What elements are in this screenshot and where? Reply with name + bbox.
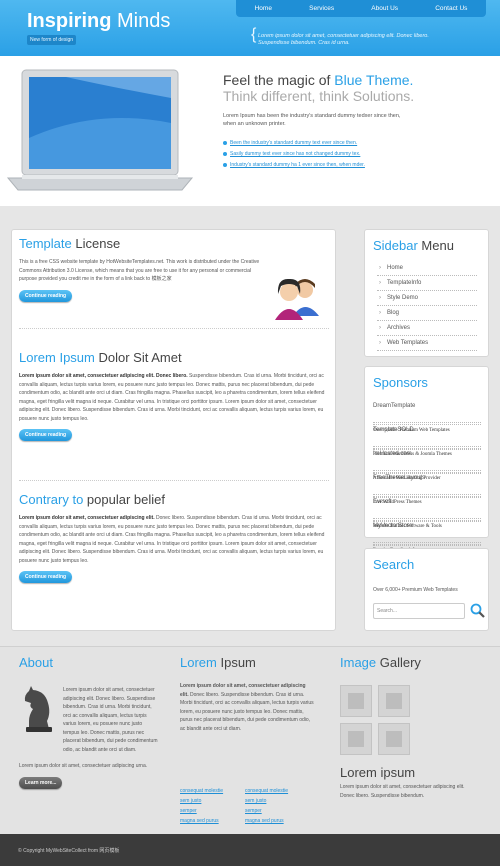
main-content: Template License This is a free CSS webs…: [11, 229, 336, 631]
sidebar-title: Sidebar Menu: [373, 238, 454, 253]
footer-gallery-title: Image Gallery: [340, 655, 421, 670]
sponsors-panel: Sponsors DreamTemplate Over 6,000+ Premiu…: [364, 366, 489, 570]
sponsor-item[interactable]: ImHosted.com Affordable Web Hosting Provi…: [373, 447, 481, 498]
search-note: Over 6,000+ Premium Web Templates: [373, 587, 458, 593]
continue-reading-button[interactable]: Continue reading: [19, 289, 73, 302]
tagline: New form of design: [27, 35, 77, 45]
footer-link[interactable]: consequat molestie: [180, 787, 245, 796]
search-icon[interactable]: [470, 603, 485, 618]
footer-gallery: Image Gallery Lorem ipsum Lorem ipsum do…: [340, 655, 480, 799]
sponsor-item[interactable]: MyVectorStoreRoyalty Free Stock Icons: [373, 519, 481, 570]
sponsor-item[interactable]: Evrsoft Website Builder Software & Tools: [373, 495, 481, 546]
hero-links: Been the industry's standard dummy text …: [223, 138, 365, 171]
hero-text: Lorem Ipsum has been the industry's stan…: [223, 113, 401, 127]
quote-brace-icon: {: [251, 26, 257, 43]
nav-about[interactable]: About Us: [371, 5, 398, 12]
header: Inspiring Minds New form of design Home …: [0, 0, 500, 56]
continue-reading-button[interactable]: Continue reading: [19, 429, 73, 441]
footer-gallery-text: Lorem ipsum dolor sit amet, consectetuer…: [340, 784, 465, 799]
gallery-thumbnail[interactable]: [378, 723, 410, 755]
footer-about: About Lorem ipsum dolor sit amet, consec…: [19, 655, 159, 789]
section-contrary: Contrary to popular belief Lorem ipsum d…: [19, 492, 329, 583]
footer-link[interactable]: sem justo: [180, 797, 245, 806]
sponsors-list: DreamTemplate Over 6,000+ Premium Web Tem…: [373, 399, 481, 570]
hero-link[interactable]: Industry's standard dummy ha 1 ever sinc…: [223, 160, 365, 171]
sponsor-item[interactable]: FreeThemeLayouts Free WordPress Themes: [373, 471, 481, 522]
laptop-image: [6, 69, 194, 191]
gallery-thumbnail[interactable]: [340, 685, 372, 717]
copyright-text: © Copyright MyWebSiteCollect from 网页模板: [18, 848, 120, 854]
section-title: Template License: [19, 236, 121, 251]
footer-gallery-subtitle: Lorem ipsum: [340, 765, 416, 780]
footer-link[interactable]: magna sed purus: [180, 817, 245, 826]
footer-links: consequat molestie consequat molestie se…: [180, 787, 310, 826]
gallery-thumbnail[interactable]: [340, 723, 372, 755]
sponsors-title: Sponsors: [373, 375, 428, 390]
footer-link[interactable]: sem justo: [245, 797, 310, 806]
learn-more-button[interactable]: Learn more...: [19, 776, 63, 789]
sidebar-menu-list: Home TemplateInfo Style Demo Blog Archiv…: [377, 261, 477, 351]
search-input[interactable]: Search...: [373, 603, 465, 619]
footer-lorem: Lorem Ipsum Lorem ipsum dolor sit amet, …: [180, 655, 315, 824]
section-title: Lorem Ipsum Dolor Sit Amet: [19, 350, 182, 365]
hero-title: Feel the magic of Blue Theme.: [223, 72, 414, 88]
chess-knight-icon: [24, 686, 52, 732]
hero-link[interactable]: Sasily dummy text ever since has not cha…: [223, 149, 365, 160]
hero-link[interactable]: Been the industry's standard dummy text …: [223, 138, 365, 149]
sponsor-item[interactable]: DreamTemplate Over 6,000+ Premium Web Tem…: [373, 399, 481, 450]
header-quote: { Lorem ipsum dolor sit amet, consectetu…: [251, 26, 429, 47]
main-nav: Home Services About Us Contact Us: [236, 0, 486, 17]
copyright-bar: © Copyright MyWebSiteCollect from 网页模板: [0, 834, 500, 866]
continue-reading-button[interactable]: Continue reading: [19, 571, 73, 583]
footer-link[interactable]: consequat molestie: [245, 787, 310, 796]
footer-lorem-text: Lorem ipsum dolor sit amet, consectetuer…: [180, 683, 314, 732]
section-title: Contrary to popular belief: [19, 492, 165, 507]
sidebar-item-web-templates[interactable]: Web Templates: [377, 336, 477, 351]
section-template-license: Template License This is a free CSS webs…: [19, 236, 329, 320]
sidebar-item-templateinfo[interactable]: TemplateInfo: [377, 276, 477, 291]
footer-about-title: About: [19, 655, 53, 670]
nav-services[interactable]: Services: [309, 5, 334, 12]
footer-link[interactable]: magna sed purus: [245, 817, 310, 826]
sidebar-item-archives[interactable]: Archives: [377, 321, 477, 336]
footer-lorem-title: Lorem Ipsum: [180, 655, 256, 670]
hero-subtitle: Think different, think Solutions.: [223, 88, 415, 104]
nav-contact[interactable]: Contact Us: [435, 5, 467, 12]
nav-home[interactable]: Home: [255, 5, 272, 12]
search-title: Search: [373, 557, 415, 572]
search-panel: Search Over 6,000+ Premium Web Templates…: [364, 548, 489, 631]
section-lorem-ipsum: Lorem Ipsum Dolor Sit Amet Lorem ipsum d…: [19, 350, 329, 441]
section-text: This is a free CSS website template by H…: [19, 259, 260, 282]
section-text: Lorem ipsum dolor sit amet, consectetuer…: [19, 515, 325, 564]
sidebar-item-style-demo[interactable]: Style Demo: [377, 291, 477, 306]
divider: [19, 328, 329, 329]
footer: About Lorem ipsum dolor sit amet, consec…: [0, 646, 500, 834]
sidebar-menu: Sidebar Menu Home TemplateInfo Style Dem…: [364, 229, 489, 357]
sidebar-item-home[interactable]: Home: [377, 261, 477, 276]
sidebar-item-blog[interactable]: Blog: [377, 306, 477, 321]
section-text: Lorem ipsum dolor sit amet, consectetuer…: [19, 373, 325, 422]
hero: Feel the magic of Blue Theme. Think diff…: [0, 56, 500, 206]
users-icon: [275, 278, 319, 320]
footer-link[interactable]: semper: [245, 807, 310, 816]
sponsor-item[interactable]: TemplateSOLD Premium WordPress & Joomla T…: [373, 423, 481, 474]
divider: [19, 480, 329, 481]
image-gallery: [340, 685, 412, 755]
footer-link[interactable]: semper: [180, 807, 245, 816]
gallery-thumbnail[interactable]: [378, 685, 410, 717]
footer-about-text2: Lorem ipsum dolor sit amet, consectetuer…: [19, 763, 148, 769]
site-logo[interactable]: Inspiring Minds: [27, 10, 170, 33]
